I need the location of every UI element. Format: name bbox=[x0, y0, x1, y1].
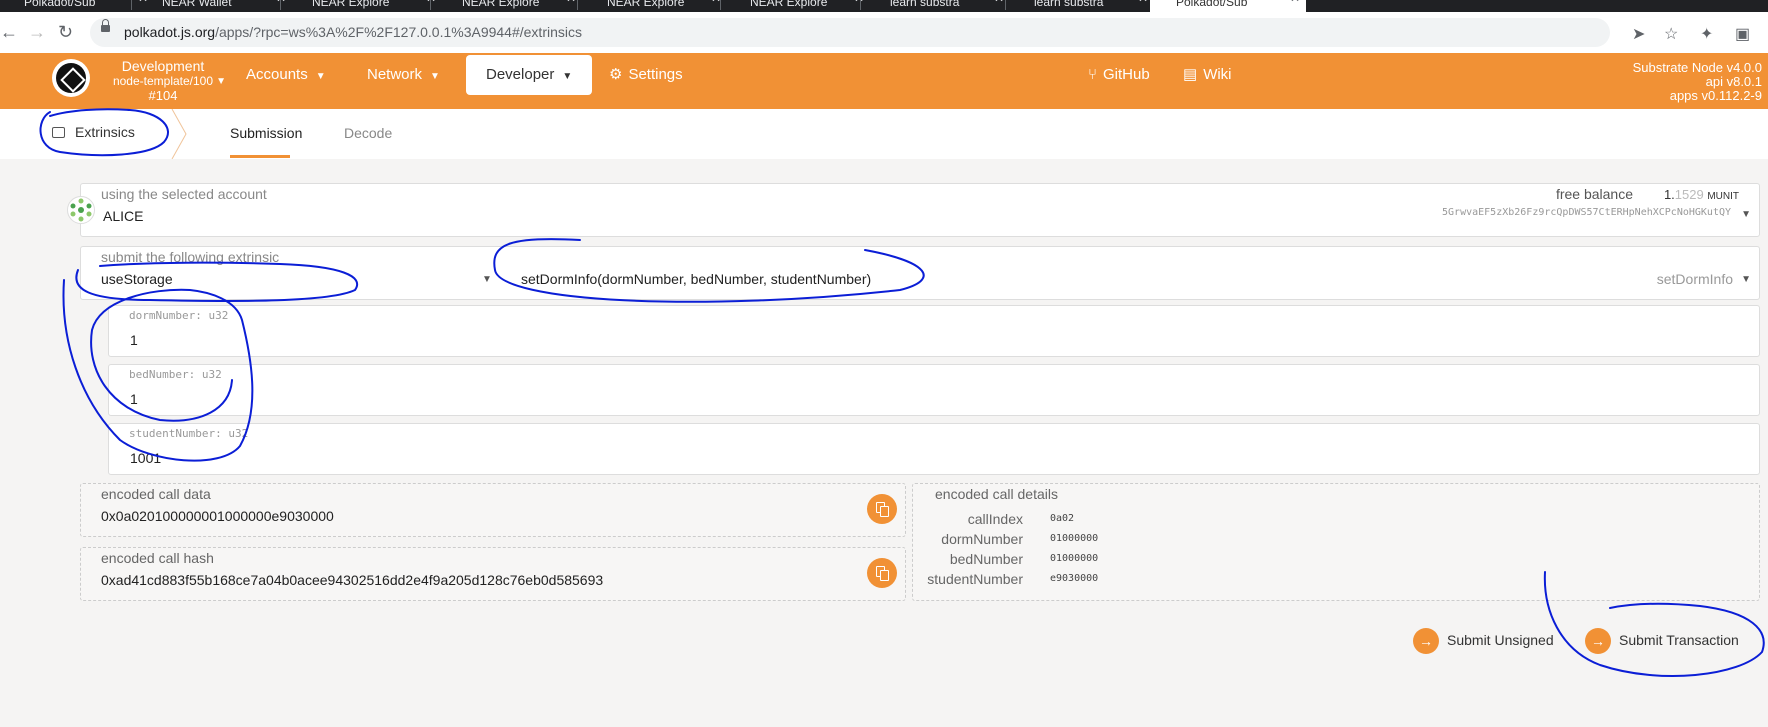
link-wiki[interactable]: ▤ Wiki bbox=[1183, 55, 1232, 95]
pallet-select[interactable]: useStorage ▼ bbox=[101, 271, 492, 291]
browser-tab[interactable]: learn substra✕ bbox=[868, 0, 1010, 12]
free-balance-label: free balance bbox=[1555, 186, 1633, 202]
chain-version: node-template/100 bbox=[112, 74, 214, 88]
chain-name: Development bbox=[121, 58, 205, 74]
tab-decode[interactable]: Decode bbox=[344, 125, 392, 141]
browser-tab-active[interactable]: Polkadot/Sub✕ bbox=[1150, 0, 1306, 12]
address-bar: ← → ↻ polkadot.js.org/apps/?rpc=ws%3A%2F… bbox=[0, 12, 1768, 54]
breadcrumb-chevron-icon bbox=[171, 109, 187, 159]
chain-selector[interactable]: Development node-template/100 #104 ▼ bbox=[108, 58, 226, 104]
chevron-down-icon: ▼ bbox=[482, 274, 492, 285]
sign-in-icon bbox=[1413, 626, 1439, 656]
encoded-call-hash-label: encoded call hash bbox=[101, 550, 214, 566]
detail-value: 01000000 bbox=[1050, 553, 1099, 564]
submit-transaction-button[interactable]: Submit Transaction bbox=[1585, 625, 1739, 656]
bookmark-star-icon[interactable]: ☆ bbox=[1664, 24, 1678, 44]
gear-icon: ⚙ bbox=[609, 66, 623, 83]
back-icon[interactable]: ← bbox=[0, 22, 18, 43]
extensions-icon[interactable]: ✦ bbox=[1700, 24, 1713, 44]
section-extrinsics[interactable]: Extrinsics bbox=[52, 124, 135, 140]
details-label: encoded call details bbox=[935, 486, 1058, 502]
account-address: 5GrwvaEF5zXb26Fz9rcQpDWS57CtERHpNehXCPcN… bbox=[1442, 207, 1731, 218]
detail-key: dormNumber bbox=[941, 531, 1023, 547]
lock-icon[interactable] bbox=[101, 19, 110, 32]
active-tab-underline bbox=[230, 155, 290, 158]
free-balance-value: 1.1529 MUNIT bbox=[1663, 187, 1739, 202]
browser-tab[interactable]: learn substra✕ bbox=[1012, 0, 1154, 12]
url-field[interactable]: polkadot.js.org/apps/?rpc=ws%3A%2F%2F127… bbox=[90, 18, 1610, 47]
url-host: polkadot.js.org bbox=[124, 24, 216, 40]
detail-key: callIndex bbox=[967, 511, 1023, 527]
chevron-down-icon: ▼ bbox=[562, 71, 573, 82]
app-header: Development node-template/100 #104 ▼ Acc… bbox=[0, 53, 1768, 109]
detail-value: e9030000 bbox=[1050, 573, 1099, 584]
forward-icon[interactable]: → bbox=[28, 22, 46, 43]
chevron-down-icon: ▼ bbox=[315, 71, 326, 82]
side-panel-icon[interactable]: ▣ bbox=[1735, 24, 1750, 44]
account-name: ALICE bbox=[103, 208, 144, 224]
version-info: Substrate Node v4.0.0 api v8.0.1 apps v0… bbox=[1632, 60, 1762, 103]
url-path: /apps/?rpc=ws%3A%2F%2F127.0.0.1%3A9944#/… bbox=[215, 24, 582, 40]
extrinsics-icon bbox=[52, 127, 65, 138]
browser-tab[interactable]: NEAR Explore✕ bbox=[728, 0, 870, 12]
detail-value: 0a02 bbox=[1050, 513, 1075, 524]
extrinsic-label: submit the following extrinsic bbox=[101, 249, 280, 265]
copy-icon[interactable] bbox=[867, 494, 897, 524]
param-student-number[interactable]: studentNumber: u32 1001 bbox=[108, 423, 1760, 475]
chevron-down-icon: ▼ bbox=[1741, 209, 1751, 220]
extrinsic-selector: submit the following extrinsic useStorag… bbox=[80, 246, 1760, 300]
encoded-call-hash-value: 0xad41cd883f55b168ce7a04b0acee94302516dd… bbox=[101, 572, 604, 588]
param-label: dormNumber: u32 bbox=[129, 309, 229, 322]
param-label: bedNumber: u32 bbox=[129, 368, 222, 381]
book-icon: ▤ bbox=[1183, 66, 1198, 83]
copy-icon[interactable] bbox=[867, 558, 897, 588]
encoded-call-details: encoded call details callIndex 0a02 dorm… bbox=[912, 483, 1760, 601]
browser-tab-strip: Polkadot/Sub✕ NEAR Wallet✕ NEAR Explore✕… bbox=[0, 0, 1768, 12]
param-input[interactable]: 1001 bbox=[130, 450, 161, 466]
link-github[interactable]: ⑂ GitHub bbox=[1088, 55, 1150, 95]
detail-value: 01000000 bbox=[1050, 533, 1099, 544]
method-select[interactable]: setDormInfo bbox=[1657, 271, 1733, 287]
chevron-down-icon: ▼ bbox=[1741, 274, 1751, 285]
sub-navigation: Extrinsics Submission Decode bbox=[0, 109, 1768, 159]
menu-accounts[interactable]: Accounts ▼ bbox=[246, 55, 326, 95]
tab-submission[interactable]: Submission bbox=[230, 125, 302, 141]
menu-settings[interactable]: ⚙ Settings bbox=[609, 55, 683, 95]
browser-tab[interactable]: NEAR Explore✕ bbox=[440, 0, 582, 12]
submit-unsigned-button[interactable]: Submit Unsigned bbox=[1413, 625, 1554, 656]
encoded-call-data-label: encoded call data bbox=[101, 486, 211, 502]
param-input[interactable]: 1 bbox=[130, 391, 138, 407]
encoded-call-data-value: 0x0a020100000001000000e9030000 bbox=[101, 508, 334, 524]
encoded-call-data: encoded call data 0x0a020100000001000000… bbox=[80, 483, 906, 537]
param-bed-number[interactable]: bedNumber: u32 1 bbox=[108, 364, 1760, 416]
send-icon[interactable]: ➤ bbox=[1632, 24, 1645, 44]
detail-key: studentNumber bbox=[927, 571, 1023, 587]
encoded-call-hash: encoded call hash 0xad41cd883f55b168ce7a… bbox=[80, 547, 906, 601]
identicon-avatar bbox=[67, 196, 95, 224]
account-label: using the selected account bbox=[101, 186, 267, 202]
branch-icon: ⑂ bbox=[1088, 66, 1098, 83]
sign-in-icon bbox=[1585, 626, 1611, 656]
detail-key: bedNumber bbox=[949, 551, 1023, 567]
block-number: #104 bbox=[148, 88, 178, 103]
polkadot-logo-icon[interactable] bbox=[52, 59, 90, 97]
call-signature[interactable]: setDormInfo(dormNumber, bedNumber, stude… bbox=[521, 271, 871, 287]
browser-tab[interactable]: NEAR Wallet✕ bbox=[140, 0, 292, 12]
browser-tab[interactable]: NEAR Explore✕ bbox=[290, 0, 442, 12]
param-dorm-number[interactable]: dormNumber: u32 1 bbox=[108, 305, 1760, 357]
menu-developer[interactable]: Developer ▼ bbox=[466, 55, 593, 95]
browser-tab[interactable]: NEAR Explore✕ bbox=[585, 0, 727, 12]
chevron-down-icon: ▼ bbox=[430, 71, 440, 82]
menu-network[interactable]: Network ▼ bbox=[367, 55, 440, 95]
account-selector[interactable]: using the selected account ALICE free ba… bbox=[80, 183, 1760, 237]
param-label: studentNumber: u32 bbox=[129, 427, 249, 440]
reload-icon[interactable]: ↻ bbox=[58, 22, 73, 43]
param-input[interactable]: 1 bbox=[130, 332, 138, 348]
chevron-down-icon: ▼ bbox=[216, 76, 226, 87]
